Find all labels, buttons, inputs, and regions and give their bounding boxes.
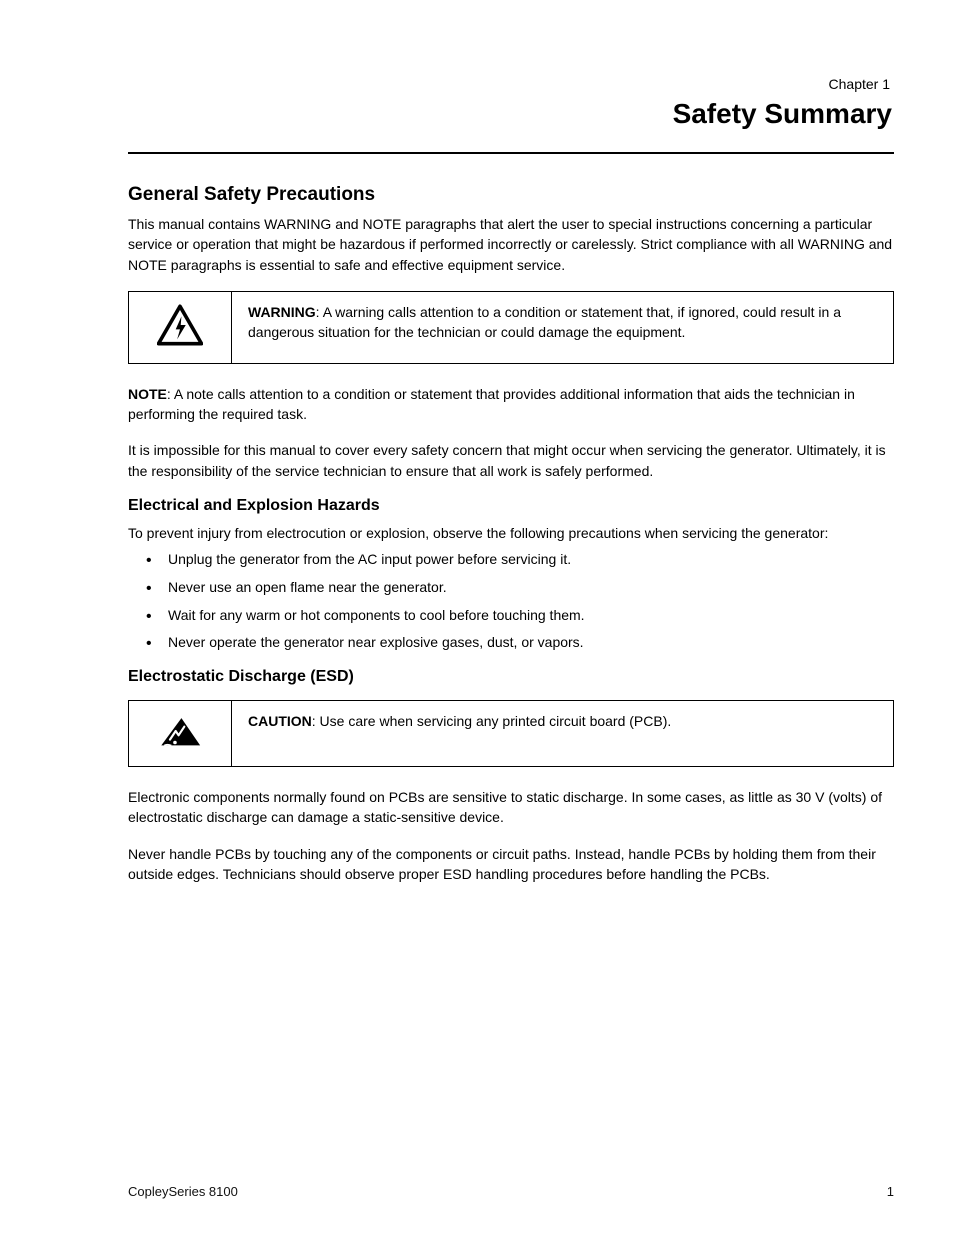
esd-icon	[157, 711, 203, 756]
warning-icon-cell	[129, 292, 232, 363]
title-rule	[128, 152, 894, 154]
caution-icon-cell	[129, 701, 232, 766]
paragraph: This manual contains WARNING and NOTE pa…	[128, 214, 894, 275]
footer-left: CopleySeries 8100	[128, 1184, 238, 1199]
page-title: Safety Summary	[128, 98, 894, 130]
caution-text: CAUTION: Use care when servicing any pri…	[232, 701, 893, 766]
footer-page-number: 1	[887, 1184, 894, 1199]
electric-shock-icon	[157, 302, 203, 353]
subheading-esd: Electrostatic Discharge (ESD)	[128, 668, 894, 686]
note-body-text: A note calls attention to a condition or…	[128, 386, 855, 422]
section-heading-general-safety: General Safety Precautions	[128, 184, 894, 206]
paragraph: Electronic components normally found on …	[128, 787, 894, 828]
caution-callout: CAUTION: Use care when servicing any pri…	[128, 700, 894, 767]
list-item: Never use an open flame near the generat…	[168, 577, 894, 599]
bullet-intro: To prevent injury from electrocution or …	[128, 523, 894, 543]
warning-body-text: A warning calls attention to a condition…	[248, 304, 841, 340]
caution-label: CAUTION	[248, 713, 312, 729]
caution-body-text: : Use care when servicing any printed ci…	[312, 713, 671, 729]
subheading-explosion-hazards: Electrical and Explosion Hazards	[128, 497, 894, 515]
note-label: NOTE	[128, 386, 167, 402]
list-item: Never operate the generator near explosi…	[168, 632, 894, 654]
page-footer: CopleySeries 8100 1	[128, 1184, 894, 1199]
list-item: Wait for any warm or hot components to c…	[168, 605, 894, 627]
paragraph: It is impossible for this manual to cove…	[128, 440, 894, 481]
page: Chapter 1 Safety Summary General Safety …	[0, 0, 954, 1235]
bullet-list: Unplug the generator from the AC input p…	[128, 549, 894, 654]
warning-label: WARNING	[248, 304, 316, 320]
paragraph: Never handle PCBs by touching any of the…	[128, 844, 894, 885]
warning-callout: WARNING: A warning calls attention to a …	[128, 291, 894, 364]
list-item: Unplug the generator from the AC input p…	[168, 549, 894, 571]
note-paragraph: NOTE: A note calls attention to a condit…	[128, 384, 894, 425]
warning-text: WARNING: A warning calls attention to a …	[232, 292, 893, 363]
chapter-label: Chapter 1	[128, 76, 894, 92]
